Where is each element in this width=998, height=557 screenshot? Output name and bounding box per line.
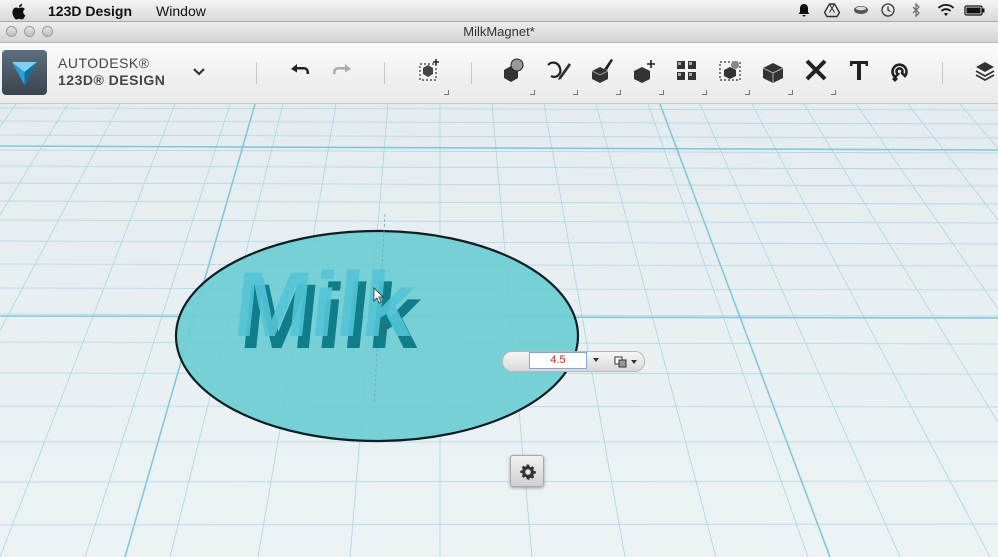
materials-icon[interactable]	[969, 55, 998, 85]
dropdown-corner-icon	[573, 90, 578, 95]
toolbar-divider	[384, 62, 385, 84]
toolbar-divider	[256, 62, 257, 84]
brand-product: 123D® DESIGN	[58, 72, 166, 88]
primitives-icon[interactable]	[499, 55, 529, 85]
toolbar-divider	[471, 62, 472, 84]
menu-bar: 123D Design Window	[0, 0, 998, 22]
battery-icon[interactable]	[964, 2, 986, 18]
brand-company: AUTODESK®	[58, 55, 150, 71]
grouping-icon[interactable]	[715, 55, 745, 85]
gear-icon	[520, 464, 536, 481]
workplane-grid[interactable]: Milk Milk	[0, 104, 998, 557]
apple-menu-icon[interactable]	[12, 3, 34, 19]
zoom-window-button[interactable]	[42, 26, 53, 37]
dropdown-corner-icon	[831, 90, 836, 95]
undo-icon[interactable]	[285, 55, 315, 85]
notification-bell-icon[interactable]	[796, 2, 812, 18]
dropdown-corner-icon	[788, 90, 793, 95]
dropdown-corner-icon	[745, 90, 750, 95]
redo-icon[interactable]	[327, 55, 357, 85]
bluetooth-icon[interactable]	[908, 2, 924, 18]
dropdown-corner-icon	[702, 90, 707, 95]
drive-triangle-icon[interactable]	[823, 2, 841, 18]
app-logo-icon[interactable]	[2, 50, 47, 95]
window-title-bar: MilkMagnet*	[0, 22, 998, 43]
snap-icon[interactable]	[886, 55, 916, 85]
cloud-bowl-icon[interactable]	[852, 2, 868, 18]
main-toolbar: AUTODESK® 123D® DESIGN	[0, 43, 998, 104]
wifi-icon[interactable]	[936, 2, 955, 18]
milk-text-object[interactable]: Milk Milk	[230, 252, 427, 368]
close-window-button[interactable]	[6, 26, 17, 37]
design-viewport[interactable]: Milk Milk	[0, 104, 998, 557]
sketch-icon[interactable]	[543, 55, 573, 85]
modify-icon[interactable]	[629, 55, 659, 85]
dropdown-corner-icon	[616, 90, 621, 95]
combine-icon[interactable]	[758, 55, 788, 85]
measure-icon[interactable]	[801, 55, 831, 85]
minimize-window-button[interactable]	[24, 26, 35, 37]
text-icon[interactable]	[844, 55, 874, 85]
pattern-icon[interactable]	[672, 55, 702, 85]
time-machine-icon[interactable]	[880, 2, 896, 18]
dropdown-corner-icon	[659, 90, 664, 95]
app-menu[interactable]: 123D Design	[48, 3, 132, 19]
svg-text:Milk: Milk	[230, 252, 421, 356]
transform-icon[interactable]	[414, 55, 444, 85]
construct-icon[interactable]	[586, 55, 616, 85]
snap-mode-button[interactable]	[612, 353, 642, 370]
dimension-dropdown-icon[interactable]	[593, 358, 599, 362]
dropdown-corner-icon	[530, 90, 535, 95]
settings-gear-button[interactable]	[510, 455, 544, 487]
toolbar-divider	[942, 62, 943, 84]
status-icons	[796, 2, 986, 18]
dimension-value-input[interactable]: 4.5	[529, 352, 587, 369]
window-menu[interactable]: Window	[156, 3, 206, 19]
app-menu-chevron-icon[interactable]	[187, 60, 211, 84]
dropdown-corner-icon	[444, 90, 449, 95]
window-title: MilkMagnet*	[463, 24, 535, 39]
